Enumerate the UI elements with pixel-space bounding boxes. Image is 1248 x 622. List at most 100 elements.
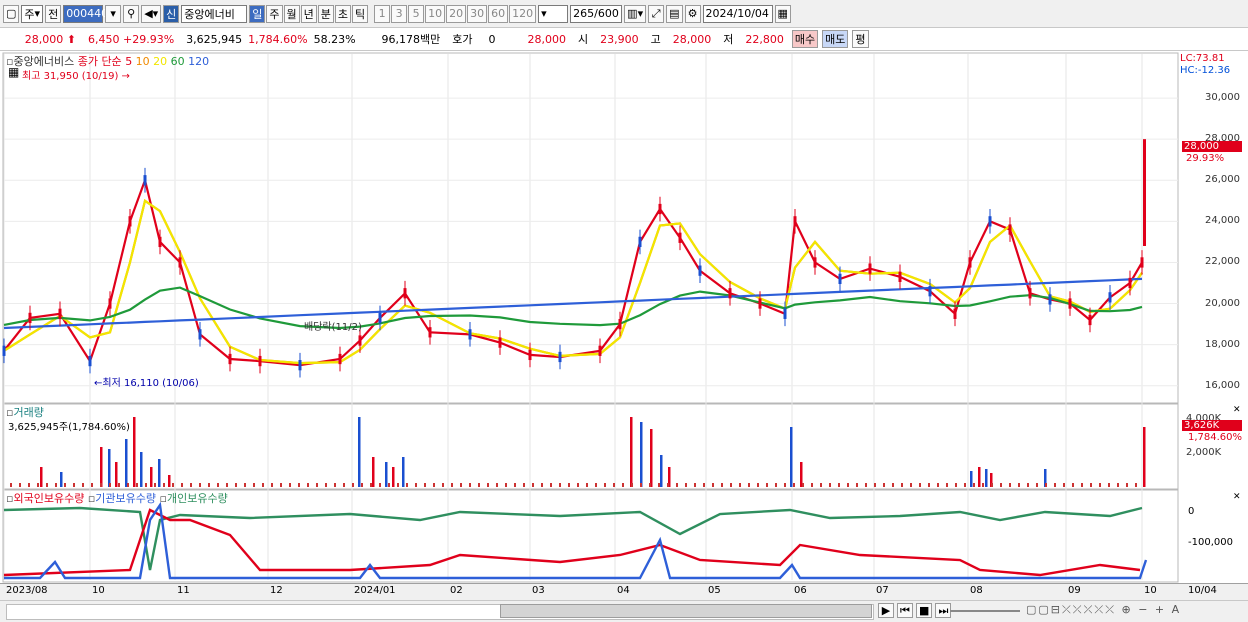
volume-small-bar: [586, 483, 588, 487]
last-candle: [1143, 139, 1146, 247]
interval-button-1[interactable]: 1: [374, 4, 391, 23]
interval-button-120[interactable]: 120: [509, 4, 537, 23]
candle-body-38: [968, 257, 972, 268]
speed-slider[interactable]: [950, 610, 1020, 612]
candle-body-22: [598, 345, 602, 356]
stock-code-input[interactable]: 000440: [63, 4, 108, 23]
volume-small-bar: [316, 483, 318, 487]
chart-type-icon[interactable]: ▥▾: [624, 4, 647, 23]
ma-legend-20: 20: [149, 55, 168, 68]
volume-small-bar: [325, 483, 327, 487]
volume-bar-19: [660, 455, 663, 487]
stock-name-field[interactable]: 중앙에너비: [181, 4, 248, 23]
quote-info-bar: 28,000 ⬆ 6,450 +29.93% 3,625,945 1,784.6…: [0, 28, 1248, 51]
volume-small-bar: [208, 483, 210, 487]
rewind-icon[interactable]: ⏮: [897, 603, 913, 618]
volume-small-bar: [298, 483, 300, 487]
foreign-line: [3, 508, 1141, 577]
volume-small-bar: [496, 483, 498, 487]
volume-bar-1: [60, 472, 63, 487]
y-tick-5: 20,000: [1205, 297, 1240, 309]
x-label-1: 10: [92, 585, 105, 596]
volume-small-bar: [163, 483, 165, 487]
navigation-bar: ▶ ⏮ ■ ⏭ ▢▢⊟⤫⤫⤫⤫⤫ ⊕ − + A: [0, 600, 1248, 622]
chart-canvas[interactable]: [0, 50, 1248, 600]
volume-small-bar: [946, 483, 948, 487]
period-tab-4[interactable]: 분: [317, 4, 334, 23]
tool-icons[interactable]: ▢▢⊟⤫⤫⤫⤫⤫ ⊕ − + A: [1026, 603, 1181, 617]
period-tab-0[interactable]: 일: [249, 4, 266, 23]
interval-button-10[interactable]: 10: [425, 4, 446, 23]
volume-small-bar: [766, 483, 768, 487]
hoga-value: 0: [488, 32, 496, 46]
volume-small-bar: [145, 483, 147, 487]
count-field[interactable]: 265/600: [570, 4, 623, 23]
holdings-close-icon[interactable]: ✕: [1233, 492, 1241, 502]
y-tick-1: 28,000: [1205, 133, 1240, 145]
candle-body-35: [898, 271, 902, 282]
volume-small-bar: [352, 483, 354, 487]
period-tab-5[interactable]: 초: [334, 4, 352, 23]
new-tag: 신: [163, 4, 180, 23]
volume-small-bar: [289, 483, 291, 487]
volume-small-bar: [100, 483, 102, 487]
calendar-icon[interactable]: ▦: [774, 4, 791, 23]
volume-small-bar: [1027, 483, 1029, 487]
forward-icon[interactable]: ⏭: [935, 603, 952, 618]
mode-select[interactable]: 주 ▾: [21, 4, 44, 23]
search-icon[interactable]: ⚲: [123, 4, 140, 23]
volume-small-bar: [658, 483, 660, 487]
volume-small-bar: [703, 483, 705, 487]
period-tab-1[interactable]: 주: [266, 4, 283, 23]
date-input[interactable]: 2024/10/04: [702, 4, 773, 23]
volume-small-bar: [604, 483, 606, 487]
blank-select[interactable]: ▾: [538, 4, 569, 23]
draw-icon[interactable]: ⤢: [648, 4, 665, 23]
x-label-5: 02: [450, 585, 463, 596]
volume-small-bar: [190, 483, 192, 487]
candle-body-28: [728, 288, 732, 299]
calc-icon[interactable]: ▦: [8, 65, 19, 79]
current-price: 28,000: [527, 32, 567, 46]
eval-button[interactable]: 평: [852, 30, 869, 48]
play-icon[interactable]: ▶: [878, 603, 894, 618]
save-icon[interactable]: ▤: [666, 4, 683, 23]
period-tab-3[interactable]: 년: [300, 4, 317, 23]
settings-icon[interactable]: ⚙: [684, 4, 701, 23]
y-tick-4: 22,000: [1205, 256, 1240, 268]
interval-button-30[interactable]: 30: [467, 4, 488, 23]
volume-small-bar: [136, 483, 138, 487]
volume-small-bar: [892, 483, 894, 487]
prev-button[interactable]: 전: [45, 4, 62, 23]
interval-buttons: 1 3 5 10 20 30 60 120: [374, 4, 537, 23]
volume-small-bar: [550, 483, 552, 487]
interval-button-5[interactable]: 5: [408, 4, 425, 23]
vol-tick-1: 2,000K: [1186, 447, 1222, 458]
period-tab-2[interactable]: 월: [283, 4, 300, 23]
volume-small-bar: [253, 483, 255, 487]
period-tab-6[interactable]: 틱: [352, 4, 369, 23]
stop-icon[interactable]: ■: [916, 603, 933, 618]
interval-button-20[interactable]: 20: [446, 4, 467, 23]
volume-small-bar: [1090, 483, 1092, 487]
volume-small-bar: [235, 483, 237, 487]
candle-body-1: [28, 312, 32, 324]
volume-close-icon[interactable]: ✕: [1233, 405, 1241, 415]
y-tick-7: 16,000: [1205, 379, 1240, 391]
volume-small-bar: [937, 483, 939, 487]
interval-button-60[interactable]: 60: [488, 4, 509, 23]
candle-body-7: [158, 236, 162, 248]
volume-small-bar: [631, 483, 633, 487]
dropdown-icon[interactable]: ▾: [105, 4, 122, 23]
layout-icon[interactable]: ▢: [3, 4, 20, 23]
scroll-thumb[interactable]: [500, 604, 872, 618]
sell-button[interactable]: 매도: [822, 30, 849, 48]
volume-small-bar: [406, 483, 408, 487]
volume-small-bar: [820, 483, 822, 487]
candle-body-17: [428, 327, 432, 338]
speaker-icon[interactable]: ◀▾: [141, 4, 162, 23]
volume-bar-3: [108, 449, 111, 487]
volume-small-bar: [1126, 483, 1128, 487]
buy-button[interactable]: 매수: [791, 30, 819, 48]
interval-button-3[interactable]: 3: [391, 4, 408, 23]
